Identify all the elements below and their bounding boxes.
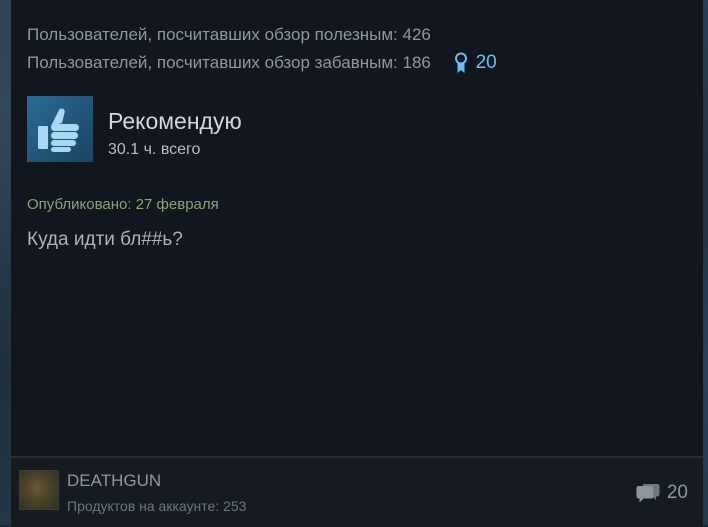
thumbs-up-badge[interactable]: [27, 96, 93, 162]
posted-date: Опубликовано: 27 февраля: [27, 196, 219, 213]
award-ribbon-icon: [454, 52, 467, 73]
review-votes: Пользователей, посчитавших обзор полезны…: [27, 21, 497, 77]
verdict-title[interactable]: Рекомендую: [108, 107, 242, 135]
thumbs-up-icon: [38, 108, 79, 152]
playtime: 30.1 ч. всего: [108, 141, 201, 158]
review-verdict: Рекомендую 30.1 ч. всего: [27, 96, 242, 163]
comments-icon: [636, 484, 660, 503]
review-author-footer: DEATHGUN Продуктов на аккаунте: 253 20: [11, 456, 703, 527]
verdict-text: Рекомендую 30.1 ч. всего: [108, 96, 242, 163]
review-body: Куда идти бл##ь?: [27, 229, 183, 250]
author-name[interactable]: DEATHGUN: [67, 471, 161, 491]
funny-votes-row: Пользователей, посчитавших обзор забавны…: [27, 49, 497, 77]
comments-button[interactable]: 20: [635, 482, 688, 504]
avatar[interactable]: [19, 470, 59, 510]
review-card: Пользователей, посчитавших обзор полезны…: [11, 0, 703, 527]
funny-votes: Пользователей, посчитавших обзор забавны…: [27, 53, 431, 72]
awards-count: 20: [475, 52, 497, 73]
helpful-votes: Пользователей, посчитавших обзор полезны…: [27, 25, 431, 44]
comments-count: 20: [666, 482, 688, 503]
author-products: Продуктов на аккаунте: 253: [67, 498, 247, 514]
awards-button[interactable]: 20: [454, 49, 497, 77]
